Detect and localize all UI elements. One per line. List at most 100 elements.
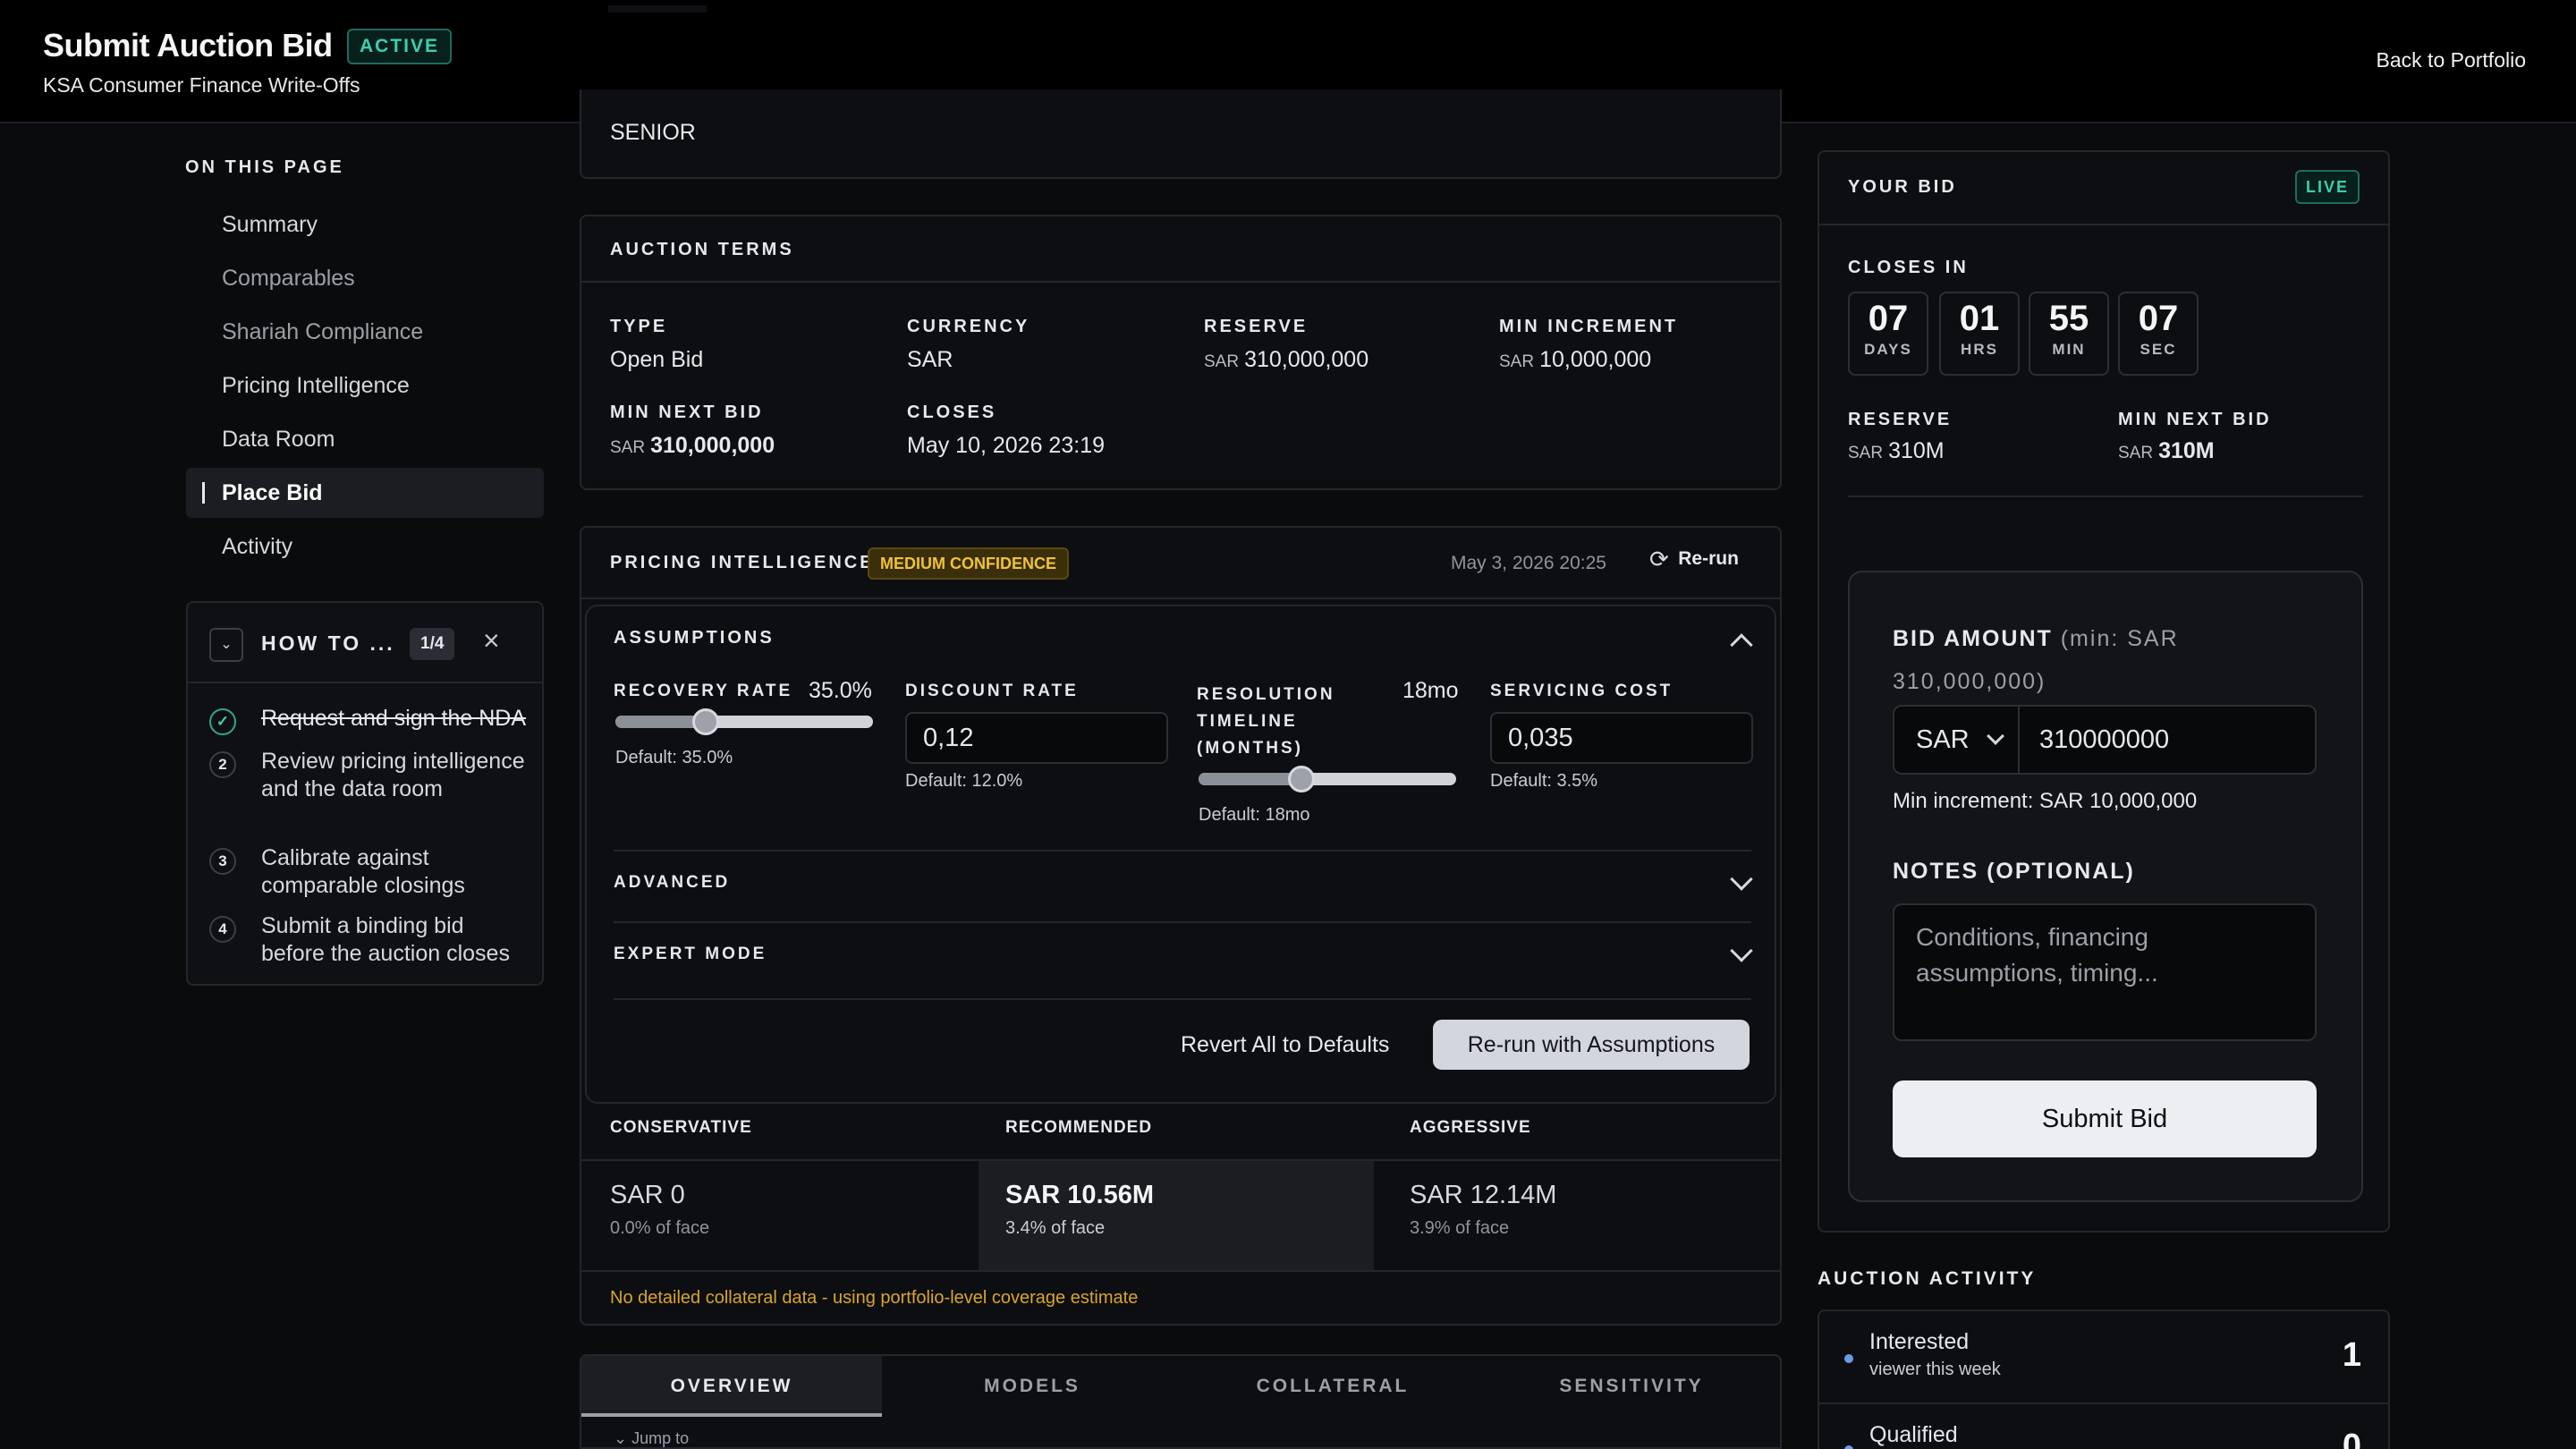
currency-value: SAR [907,347,953,372]
howto-card: ⌄ HOW TO ... 1/4 × ✓ Request and sign th… [186,601,544,986]
recovery-default: Default: 35.0% [615,748,733,767]
chevron-up-icon[interactable] [1730,633,1753,657]
chevron-down-icon[interactable] [1730,868,1753,891]
confidence-badge: MEDIUM CONFIDENCE [868,547,1069,580]
scenario-label-conservative: CONSERVATIVE [610,1118,752,1137]
notes-textarea[interactable]: Conditions, financing assumptions, timin… [1893,903,2317,1041]
activity-count: 0 [2342,1428,2361,1449]
currency-label: CURRENCY [907,317,1030,336]
toc-item-comparables[interactable]: Comparables [186,253,544,303]
revert-defaults-button[interactable]: Revert All to Defaults [1181,1032,1389,1058]
countdown-number: 55 [2048,299,2089,338]
notes-label: NOTES (OPTIONAL) [1893,859,2135,884]
page-subtitle: KSA Consumer Finance Write-Offs [43,73,360,97]
advanced-toggle[interactable]: ADVANCED [614,873,730,893]
faded-header-fragment [608,5,707,13]
jump-to-link[interactable]: ⌄ Jump to [614,1429,689,1448]
tranche-panel: SENIOR [580,89,1782,179]
tranche-value: SENIOR [610,120,696,145]
rerun-button[interactable]: ⟳ Re-run [1649,546,1739,581]
closes-value: May 10, 2026 23:19 [907,433,1105,458]
status-dot-icon [1844,1354,1853,1363]
divider [1819,1402,2388,1404]
resolution-thumb[interactable] [1288,766,1315,792]
tab-models[interactable]: MODELS [882,1356,1182,1417]
servicing-cost-input[interactable]: 0,035 [1490,712,1753,764]
scenario-face-recommended: 3.4% of face [1005,1218,1106,1238]
close-icon[interactable]: × [483,624,500,657]
toc-heading: ON THIS PAGE [185,157,344,177]
tab-sensitivity[interactable]: SENSITIVITY [1481,1356,1782,1417]
pricing-timestamp: May 3, 2026 20:25 [1451,553,1606,573]
closes-label: CLOSES [907,402,997,422]
resolution-slider[interactable] [1199,766,1456,792]
countdown-hours: 01 HRS [1939,292,2020,376]
divider [614,921,1751,923]
resolution-timeline-label: RESOLUTION TIMELINE (MONTHS) [1197,685,1335,758]
discount-rate-label: DISCOUNT RATE [905,682,1079,700]
countdown-unit: HRS [1961,341,1998,358]
tab-collateral[interactable]: COLLATERAL [1182,1356,1483,1417]
submit-bid-button[interactable]: Submit Bid [1893,1080,2317,1157]
closes-in-label: CLOSES IN [1848,258,1969,277]
step-text: Submit a binding bid before the auction … [261,913,510,966]
currency-select-value: SAR [1916,725,1970,754]
page-title: Submit Auction Bid [43,27,333,64]
toc-item-place-bid[interactable]: Place Bid [186,468,544,518]
countdown-unit: SEC [2140,341,2177,358]
chevron-down-icon[interactable] [1730,939,1753,962]
chevron-down-icon: ⌄ [614,1429,628,1447]
activity-count: 1 [2342,1336,2361,1374]
activity-title: Interested [1869,1329,1970,1354]
bid-amount-group: SAR 310000000 [1893,705,2317,775]
recovery-rate-value: 35.0% [809,678,872,703]
chevron-down-icon[interactable]: ⌄ [209,628,243,662]
bid-reserve-label: RESERVE [1848,410,1953,429]
scenario-value-aggressive: SAR 12.14M [1410,1181,1557,1209]
servicing-default: Default: 3.5% [1490,771,1598,791]
min-next-bid-value: SAR 310,000,000 [610,433,775,458]
pricing-intelligence-panel: PRICING INTELLIGENCE MEDIUM CONFIDENCE M… [580,526,1782,1326]
scenario-value-recommended: SAR 10.56M [1005,1181,1155,1209]
toc-item-shariah[interactable]: Shariah Compliance [186,307,544,357]
currency-select[interactable]: SAR [1894,707,2020,773]
countdown-number: 01 [1959,299,2000,338]
min-increment-note: Min increment: SAR 10,000,000 [1893,789,2198,813]
type-label: TYPE [610,317,668,336]
toc-item-pricing[interactable]: Pricing Intelligence [186,360,544,411]
assumptions-heading[interactable]: ASSUMPTIONS [614,628,775,648]
check-icon: ✓ [209,708,236,735]
your-bid-heading: YOUR BID [1848,177,1957,197]
step-number: 4 [209,916,236,943]
countdown-days: 07 DAYS [1848,292,1928,376]
step-number: 3 [209,848,236,875]
min-next-bid-label: MIN NEXT BID [610,402,764,422]
analysis-tabs: OVERVIEW MODELS COLLATERAL SENSITIVITY ⌄… [580,1354,1782,1449]
discount-rate-input[interactable]: 0,12 [905,712,1168,764]
countdown-seconds: 07 SEC [2118,292,2199,376]
toc-item-data-room[interactable]: Data Room [186,414,544,464]
bid-amount-input[interactable]: 310000000 [2039,707,2169,773]
auction-terms-header: AUCTION TERMS [581,216,1780,283]
tab-overview[interactable]: OVERVIEW [581,1356,882,1417]
scenario-value-conservative: SAR 0 [610,1181,685,1209]
rerun-with-assumptions-button[interactable]: Re-run with Assumptions [1433,1020,1750,1070]
step-text: Review pricing intelligence and the data… [261,749,525,801]
reserve-value: SAR 310,000,000 [1204,347,1369,372]
countdown-unit: DAYS [1864,341,1912,358]
resolution-fill [1199,773,1301,785]
refresh-icon: ⟳ [1649,546,1669,572]
toc-item-activity[interactable]: Activity [186,521,544,572]
recovery-rate-slider[interactable] [615,708,873,735]
min-increment-value: SAR 10,000,000 [1499,347,1652,372]
auction-terms-panel: AUCTION TERMS TYPE Open Bid CURRENCY SAR… [580,215,1782,490]
resolution-value: 18mo [1402,678,1459,703]
toc-item-summary[interactable]: Summary [186,199,544,250]
expert-mode-toggle[interactable]: EXPERT MODE [614,945,767,964]
live-badge: LIVE [2294,170,2360,204]
howto-step-count: 1/4 [410,628,455,660]
back-to-portfolio-link[interactable]: Back to Portfolio [2377,48,2526,72]
scenario-label-aggressive: AGGRESSIVE [1410,1118,1531,1137]
bid-form: BID AMOUNT (min: SAR 310,000,000) SAR 31… [1848,571,2363,1202]
recovery-rate-thumb[interactable] [692,708,719,735]
